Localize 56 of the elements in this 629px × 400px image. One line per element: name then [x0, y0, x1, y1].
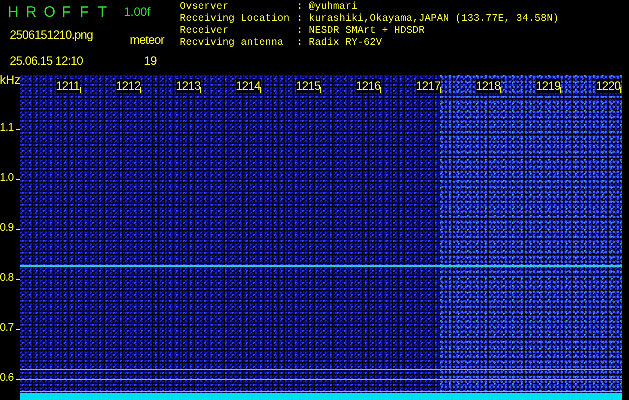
x-axis-label: 1214 — [236, 79, 261, 93]
axis-tick — [560, 87, 561, 93]
axis-tick — [16, 329, 20, 330]
x-axis-label: 1218 — [476, 79, 501, 93]
info-colon: : — [297, 14, 304, 26]
y-axis-label: 0.6 — [0, 372, 14, 384]
info-label: Recviving antenna — [180, 38, 285, 50]
y-axis-label: 0.9 — [0, 222, 14, 234]
x-axis-label: 1213 — [176, 79, 201, 93]
file-name: 2506151210.png — [10, 28, 94, 42]
date-time: 25.06.15 12:10 — [10, 54, 84, 68]
y-axis-label: 1.0 — [0, 172, 14, 184]
logo-letter: T — [98, 4, 108, 23]
axis-tick — [80, 87, 81, 93]
axis-unit: kHz — [0, 73, 21, 87]
axis-tick — [320, 87, 321, 93]
info-colon: : — [297, 26, 304, 38]
info-label: Receiver — [180, 26, 230, 38]
x-axis-label: 1220 — [596, 79, 621, 93]
logo-letter: F — [80, 4, 90, 23]
x-axis-label: 1215 — [296, 79, 321, 93]
logo-letter: H — [8, 4, 20, 23]
meteor-label: meteor — [130, 33, 164, 47]
y-axis-label: 0.8 — [0, 272, 14, 284]
info-label: Ovserver — [180, 2, 230, 14]
info-colon: : — [297, 2, 304, 14]
axis-tick — [16, 129, 20, 130]
info-label: Receiving Location — [180, 14, 291, 26]
info-value: kurashiki,Okayama,JAPAN (133.77E, 34.58N) — [309, 14, 560, 26]
version-label: 1.00f — [124, 5, 151, 19]
axis-tick — [200, 87, 201, 93]
info-colon: : — [297, 38, 304, 50]
axis-tick — [16, 229, 20, 230]
axis-tick — [440, 87, 441, 93]
axis-tick — [16, 279, 20, 280]
logo-letter: R — [26, 4, 38, 23]
meteor-count: 19 — [144, 54, 158, 68]
info-value: @yuhmari — [309, 2, 358, 14]
axis-tick — [260, 87, 261, 93]
info-value: NESDR SMArt + HDSDR — [309, 26, 425, 38]
axis-tick — [16, 379, 20, 380]
axis-tick — [380, 87, 381, 93]
axis-tick — [620, 87, 621, 93]
x-axis-label: 1216 — [356, 79, 381, 93]
axis-tick — [140, 87, 141, 93]
x-axis-label: 1219 — [536, 79, 561, 93]
axis-tick — [500, 87, 501, 93]
x-axis-label: 1211 — [56, 79, 80, 93]
y-axis-label: 0.7 — [0, 322, 14, 334]
axis-tick — [16, 179, 20, 180]
y-axis-label: 1.1 — [0, 122, 14, 134]
x-axis-label: 1212 — [116, 79, 141, 93]
logo-letter: F — [62, 4, 72, 23]
logo-letter: O — [44, 4, 57, 23]
x-axis-label: 1217 — [416, 79, 441, 93]
info-value: Radix RY-62V — [309, 38, 382, 50]
